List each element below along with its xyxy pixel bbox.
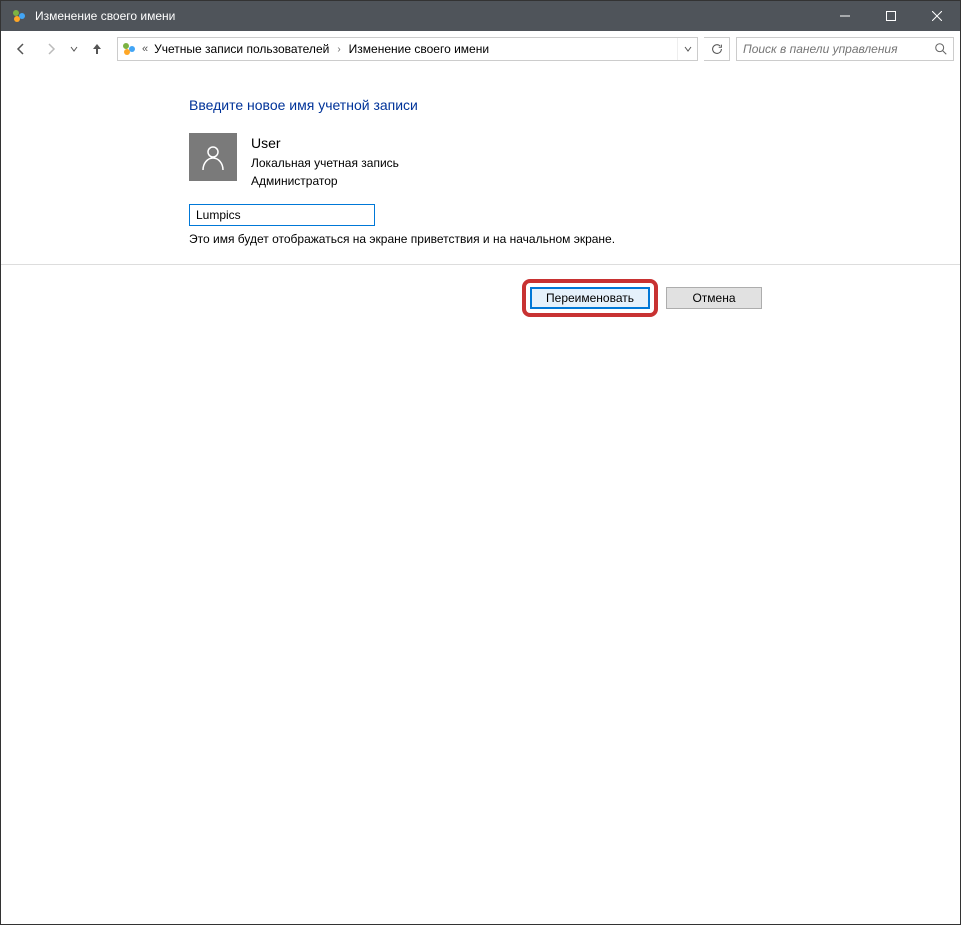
user-name: User — [251, 133, 399, 154]
page-heading: Введите новое имя учетной записи — [189, 97, 960, 113]
refresh-button[interactable] — [704, 37, 730, 61]
search-icon[interactable] — [929, 42, 953, 56]
hint-text: Это имя будет отображаться на экране при… — [189, 232, 960, 246]
breadcrumb-item[interactable]: Учетные записи пользователей — [150, 42, 333, 56]
back-button[interactable] — [7, 35, 35, 63]
user-role: Администратор — [251, 172, 399, 190]
rename-button[interactable]: Переименовать — [530, 287, 650, 309]
user-accounts-icon — [118, 41, 140, 57]
search-input[interactable] — [737, 42, 929, 56]
window-title: Изменение своего имени — [35, 9, 822, 23]
titlebar: Изменение своего имени — [1, 1, 960, 31]
chevron-right-icon: › — [333, 44, 344, 55]
search-box[interactable] — [736, 37, 954, 61]
breadcrumb-item[interactable]: Изменение своего имени — [345, 42, 493, 56]
button-row: Переименовать Отмена — [1, 265, 960, 317]
user-accounts-icon — [11, 8, 27, 24]
navigation-bar: « Учетные записи пользователей › Изменен… — [1, 31, 960, 67]
account-name-input[interactable] — [189, 204, 375, 226]
breadcrumb: Учетные записи пользователей › Изменение… — [150, 42, 677, 56]
user-block: User Локальная учетная запись Администра… — [189, 133, 960, 190]
address-bar[interactable]: « Учетные записи пользователей › Изменен… — [117, 37, 698, 61]
account-type: Локальная учетная запись — [251, 154, 399, 172]
minimize-button[interactable] — [822, 1, 868, 31]
close-button[interactable] — [914, 1, 960, 31]
forward-button[interactable] — [37, 35, 65, 63]
window-frame: Изменение своего имени — [0, 0, 961, 925]
user-info: User Локальная учетная запись Администра… — [251, 133, 399, 190]
window-controls — [822, 1, 960, 31]
avatar — [189, 133, 237, 181]
history-dropdown[interactable] — [67, 35, 81, 63]
up-button[interactable] — [83, 35, 111, 63]
address-dropdown[interactable] — [677, 38, 697, 60]
highlight-annotation: Переименовать — [522, 279, 658, 317]
breadcrumb-chevrons: « — [140, 43, 150, 55]
maximize-button[interactable] — [868, 1, 914, 31]
cancel-button[interactable]: Отмена — [666, 287, 762, 309]
content-area: Введите новое имя учетной записи User Ло… — [1, 67, 960, 317]
